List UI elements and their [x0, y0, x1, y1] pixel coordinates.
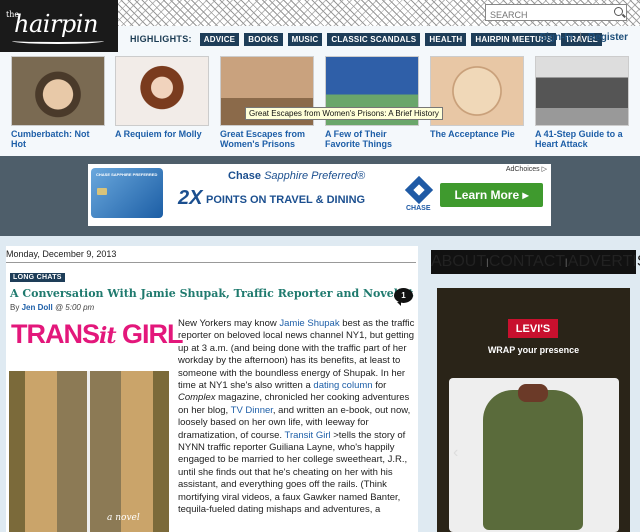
featured-item[interactable]: The Acceptance Pie	[430, 56, 524, 139]
ad-title-brand: Chase	[228, 170, 262, 182]
levis-ad[interactable]: LEVI'S WRAP your presence ‹	[437, 288, 630, 532]
levis-logo: LEVI'S	[508, 319, 558, 338]
body-text: for	[372, 380, 387, 392]
jamie-shupak-link[interactable]: Jamie Shupak	[279, 318, 339, 329]
featured-item[interactable]: A Requiem for Molly	[115, 56, 209, 139]
featured-item[interactable]: A 41-Step Guide to a Heart Attack	[535, 56, 629, 149]
ad-title: Chase Sapphire Preferred®	[228, 170, 365, 182]
article-title[interactable]: A Conversation With Jamie Shupak, Traffi…	[10, 287, 413, 300]
post-date: Monday, December 9, 2013	[6, 249, 117, 259]
about-tabs: ABOUT | CONTACT | ADVERTISE	[431, 250, 640, 274]
nav-tag-classic-scandals[interactable]: CLASSIC SCANDALS	[327, 32, 421, 46]
header: the hairpin HIGHLIGHTS: ADVICE BOOKS MUS…	[0, 0, 640, 52]
levis-tagline: WRAP your presence	[487, 345, 580, 355]
search-input[interactable]	[486, 7, 606, 23]
featured-caption[interactable]: Cumberbatch: Not Hot	[11, 129, 105, 149]
levis-product-panel	[449, 378, 619, 532]
article-body: New Yorkers may know Jamie Shupak best a…	[178, 318, 416, 517]
featured-caption[interactable]: Great Escapes from Women's Prisons	[220, 129, 314, 149]
chase-logo-icon	[404, 175, 434, 205]
featured-caption[interactable]: The Acceptance Pie	[430, 129, 524, 139]
about-link[interactable]: ABOUT	[431, 253, 486, 271]
cover-title-a: TRANS	[11, 319, 100, 349]
featured-caption[interactable]: A 41-Step Guide to a Heart Attack	[535, 129, 629, 149]
author-link[interactable]: Jen Doll	[22, 303, 53, 312]
ad-title-product: Sapphire Preferred®	[264, 170, 366, 182]
cover-title: TRANSit GIRL	[11, 319, 184, 350]
advertise-link[interactable]: ADVERTISE	[568, 253, 640, 271]
register-link[interactable]: Register	[588, 32, 628, 43]
tv-dinner-link[interactable]: TV Dinner	[231, 405, 273, 416]
auth-links: Sign-In | Register	[539, 32, 628, 43]
hover-tooltip: Great Escapes from Women's Prisons: A Br…	[245, 107, 443, 120]
featured-image[interactable]	[11, 56, 105, 126]
nav-tag-books[interactable]: BOOKS	[244, 32, 283, 46]
ad-band: AdChoices ▷ CHASE SAPPHIRE PREFERRED Cha…	[0, 156, 640, 236]
byline-prefix: By	[10, 303, 20, 312]
featured-item[interactable]: Great Escapes from Women's Prisons	[220, 56, 314, 149]
featured-image[interactable]	[115, 56, 209, 126]
body-text: New Yorkers may know	[178, 318, 280, 329]
nav-tag-health[interactable]: HEALTH	[425, 32, 467, 46]
date-divider	[6, 262, 416, 263]
featured-image[interactable]	[430, 56, 524, 126]
logo-name: hairpin	[14, 10, 98, 38]
body-text: >tells the story of NYNN traffic reporte…	[178, 429, 408, 516]
comment-count-bubble[interactable]: 1	[394, 288, 413, 306]
credit-card-image: CHASE SAPPHIRE PREFERRED	[91, 168, 163, 218]
auth-separator: |	[579, 32, 582, 43]
highlights-nav: HIGHLIGHTS: ADVICE BOOKS MUSIC CLASSIC S…	[130, 32, 602, 46]
adchoices-link[interactable]: AdChoices ▷	[506, 165, 547, 173]
featured-image[interactable]	[535, 56, 629, 126]
dating-column-link[interactable]: dating column	[313, 380, 372, 391]
byline: By Jen Doll @ 5:00 pm	[10, 303, 94, 312]
search-icon[interactable]	[614, 7, 623, 16]
nav-tag-music[interactable]: MUSIC	[287, 32, 323, 46]
ad-big-text: 2X	[178, 187, 203, 209]
site-logo[interactable]: the hairpin	[0, 0, 118, 52]
learn-more-button[interactable]: Learn More ▸	[440, 183, 543, 207]
featured-caption[interactable]: A Requiem for Molly	[115, 129, 209, 139]
category-badge[interactable]: LONG CHATS	[10, 273, 65, 282]
logo-swoosh	[12, 38, 104, 44]
book-cover-image: TRANSit GIRL a novel	[9, 319, 184, 532]
highlights-label: HIGHLIGHTS:	[130, 34, 192, 44]
cover-title-b: it	[99, 323, 117, 349]
cover-subway-pole	[87, 371, 90, 532]
signin-link[interactable]: Sign-In	[539, 32, 573, 43]
featured-item[interactable]: Cumberbatch: Not Hot	[11, 56, 105, 149]
post-time: @ 5:00 pm	[54, 303, 95, 312]
contact-link[interactable]: CONTACT	[489, 253, 565, 271]
jacket-image	[483, 384, 583, 530]
search-box	[485, 4, 627, 23]
featured-caption[interactable]: A Few of Their Favorite Things	[325, 129, 419, 149]
cover-title-c: GIRL	[115, 319, 184, 349]
transit-girl-link[interactable]: Transit Girl	[285, 430, 331, 441]
chase-name: CHASE	[406, 205, 431, 212]
card-name: CHASE SAPPHIRE PREFERRED	[96, 172, 158, 177]
ad-sub-text: POINTS ON TRAVEL & DINING	[206, 194, 366, 206]
chevron-left-icon[interactable]: ‹	[453, 444, 458, 462]
chase-banner-ad[interactable]: AdChoices ▷ CHASE SAPPHIRE PREFERRED Cha…	[88, 164, 551, 226]
card-chip	[97, 188, 107, 195]
featured-item[interactable]: A Few of Their Favorite Things	[325, 56, 419, 149]
featured-strip: Cumberbatch: Not Hot A Requiem for Molly…	[0, 52, 640, 156]
cover-subtitle: a novel	[107, 513, 140, 523]
nav-tag-advice[interactable]: ADVICE	[199, 32, 240, 46]
complex-text: Complex	[178, 392, 216, 404]
